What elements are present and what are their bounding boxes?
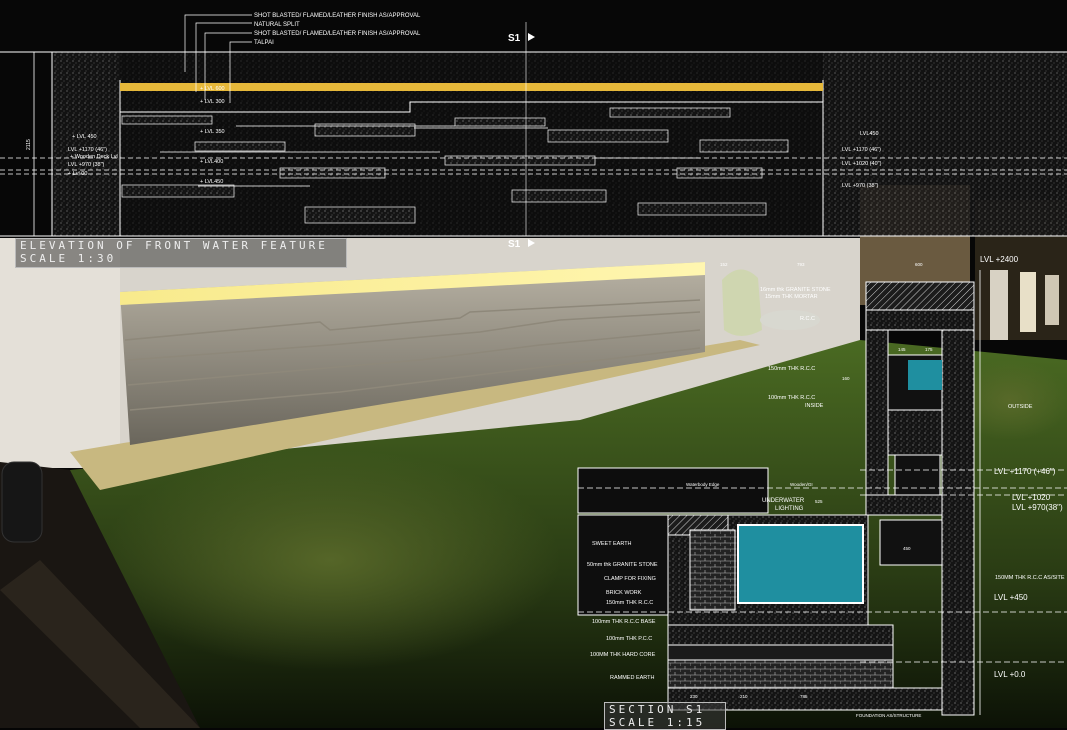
- sec-label-mortar: 15mm THK MORTAR: [765, 294, 818, 300]
- note-talpai: TALPAI: [254, 40, 274, 46]
- section-scale: SCALE 1:15: [609, 716, 706, 729]
- svg-text:S1: S1: [508, 239, 521, 250]
- sec-level-970: LVL +970(38"): [1012, 503, 1063, 512]
- elev-level-600: + LVL 600: [200, 86, 225, 92]
- sec-label-rammed-earth: RAMMED EARTH: [610, 675, 655, 681]
- sec-level-00: LVL +0.0: [994, 670, 1026, 679]
- dim-793: 793: [797, 262, 805, 267]
- elevation-scale: SCALE 1:30: [20, 252, 117, 265]
- dim-450: 450: [903, 546, 911, 551]
- sec-label-pcc: 100mm THK P.C.C: [606, 636, 652, 642]
- elev-level-deck: + Wooden Deck Lvl: [70, 154, 118, 160]
- elev-level-350: + LVL 350: [200, 129, 225, 135]
- sec-label-underwater: UNDERWATER: [762, 498, 805, 504]
- sec-label-100-rcc: 100mm THK R.C.C: [768, 395, 815, 401]
- elev-right-level-1020: LVL +1020 (40"): [842, 161, 882, 167]
- note-finish-2: SHOT BLASTED/ FLAMED/LEATHER FINISH AS/A…: [254, 31, 421, 37]
- dim-175: 175: [925, 347, 933, 352]
- dim-145: 145: [898, 347, 906, 352]
- sec-label-granite: 16mm thk GRANITE STONE: [760, 287, 831, 293]
- sec-label-waterbody-edge: Waterbody Edge: [686, 482, 720, 487]
- dim-160: 160: [842, 376, 850, 381]
- sec-note-rcc-site: 150MM THK R.C.C AS/SITE: [995, 575, 1065, 581]
- sec-label-brick: BRICK WORK: [606, 590, 642, 596]
- sec-label-outside: OUTSIDE: [1008, 404, 1033, 410]
- sec-foundation: FOUNDATION AS/STRUCTURE: [856, 713, 921, 718]
- note-finish-1: SHOT BLASTED/ FLAMED/LEATHER FINISH AS/A…: [254, 13, 421, 19]
- dim-785: 785: [800, 694, 808, 699]
- elevation-title-box: ELEVATION OF FRONT WATER FEATURE SCALE 1…: [15, 238, 347, 268]
- section-title: SECTION S1: [609, 703, 706, 716]
- elev-right-level-450: LVL450: [860, 131, 879, 137]
- dim-210: 210: [740, 694, 748, 699]
- section-title-box: SECTION S1 SCALE 1:15: [604, 702, 726, 730]
- elev-level-450: + LVL 450: [72, 134, 97, 140]
- drawing-canvas: SHOT BLASTED/ FLAMED/LEATHER FINISH AS/A…: [0, 0, 1067, 728]
- note-natural-split: NATURAL SPLIT: [254, 22, 300, 28]
- elev-right-level-1170: LVL +1170 (46"): [842, 147, 881, 153]
- sec-label-hard-core: 100MM THK HARD CORE: [590, 652, 656, 658]
- sec-label-inside: INSIDE: [805, 403, 824, 409]
- sec-label-rcc-base: 100mm THK R.C.C BASE: [592, 619, 656, 625]
- elev-level-970: LVL +970 (38"): [68, 162, 105, 168]
- elevation-title: ELEVATION OF FRONT WATER FEATURE: [20, 239, 328, 252]
- sec-label-150-rcc: 150mm THK R.C.C: [768, 366, 815, 372]
- elev-dimension: 2115: [26, 139, 32, 150]
- dim-525: 525: [815, 499, 823, 504]
- elev-level-1170: LVL +1170 (46"): [68, 147, 107, 153]
- elev-right-level-970: LVL +970 (38"): [842, 183, 879, 189]
- elev-level-450b: + LVL450: [200, 179, 223, 185]
- dim-600: 600: [915, 262, 923, 267]
- sec-label-wooden-gi: Wooden/GI: [790, 482, 813, 487]
- sec-label-150-rcc-left: 150mm THK R.C.C: [606, 600, 653, 606]
- sec-level-1170: LVL +1170 (+46"): [994, 467, 1056, 476]
- sec-label-clamp: CLAMP FOR FIXING: [604, 576, 656, 582]
- sec-label-rcc: R.C.C: [800, 316, 815, 322]
- sec-label-50-granite: 50mm thk GRANITE STONE: [587, 562, 658, 568]
- sec-label-lighting: LIGHTING: [775, 506, 804, 512]
- elev-level-300: + LVL 300: [200, 99, 225, 105]
- dim-230: 230: [690, 694, 698, 699]
- sec-level-2400: LVL +2400: [980, 255, 1019, 264]
- svg-text:S1: S1: [508, 33, 521, 44]
- dim-152: 152: [720, 262, 728, 267]
- elev-level-400: + LVL400: [200, 159, 223, 165]
- sec-level-1020: LVL +1020: [1012, 493, 1051, 502]
- sec-level-450: LVL +450: [994, 593, 1028, 602]
- elev-level-00: + Lvl 00: [68, 171, 87, 177]
- sec-label-sweet-earth: SWEET EARTH: [592, 541, 632, 547]
